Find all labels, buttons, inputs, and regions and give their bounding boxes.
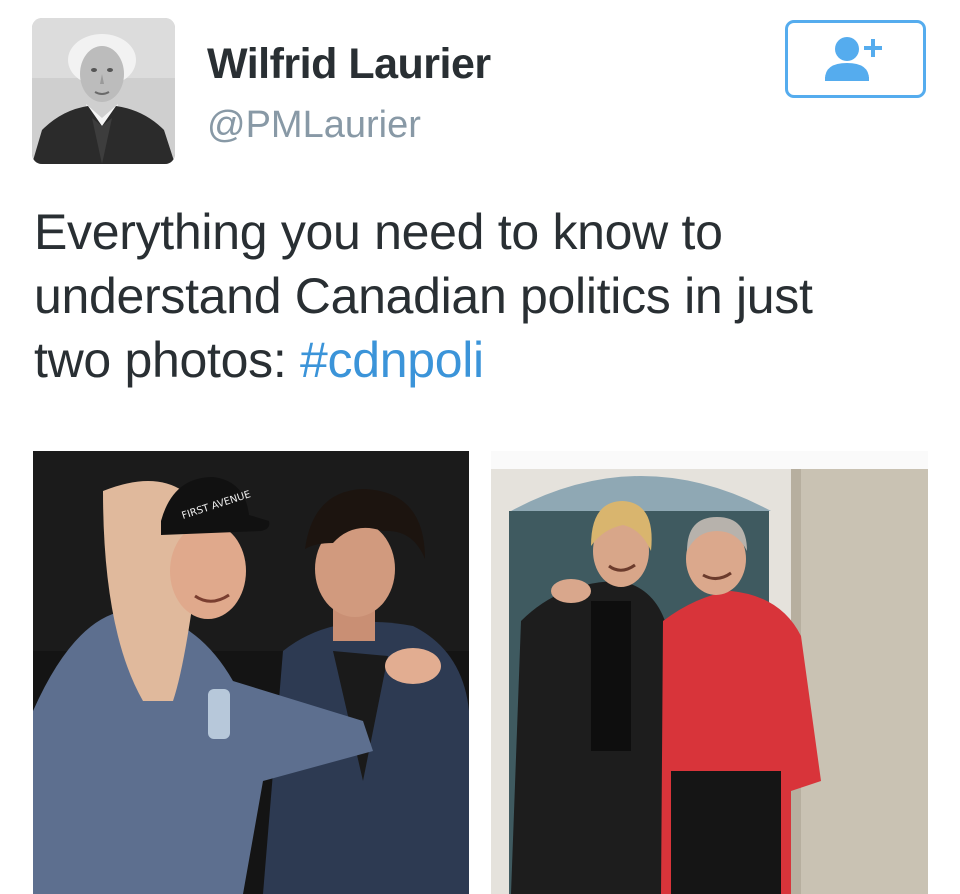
tweet-photo-right[interactable] <box>491 451 928 894</box>
profile-avatar[interactable] <box>32 18 175 164</box>
follow-button[interactable] <box>785 20 926 98</box>
follow-user-plus-icon <box>824 37 882 81</box>
tweet-text-line-1: Everything you need to know to <box>34 204 723 260</box>
hashtag-link[interactable]: #cdnpoli <box>300 332 484 388</box>
tweet-photo-left[interactable]: FIRST AVENUE <box>33 451 469 894</box>
user-handle[interactable]: @PMLaurier <box>207 104 421 147</box>
tweet-text-line-3: two photos: #cdnpoli <box>34 328 934 392</box>
portrait-photo-icon <box>32 18 175 164</box>
tweet-text: Everything you need to know to understan… <box>34 200 934 392</box>
tweet-text-line-3-prefix: two photos: <box>34 332 301 388</box>
photo-two-men-greeting-icon: FIRST AVENUE <box>33 451 469 894</box>
tweet-text-line-2: understand Canadian politics in just <box>34 268 813 324</box>
display-name[interactable]: Wilfrid Laurier <box>207 40 491 89</box>
photo-two-men-posing-icon <box>491 451 928 894</box>
